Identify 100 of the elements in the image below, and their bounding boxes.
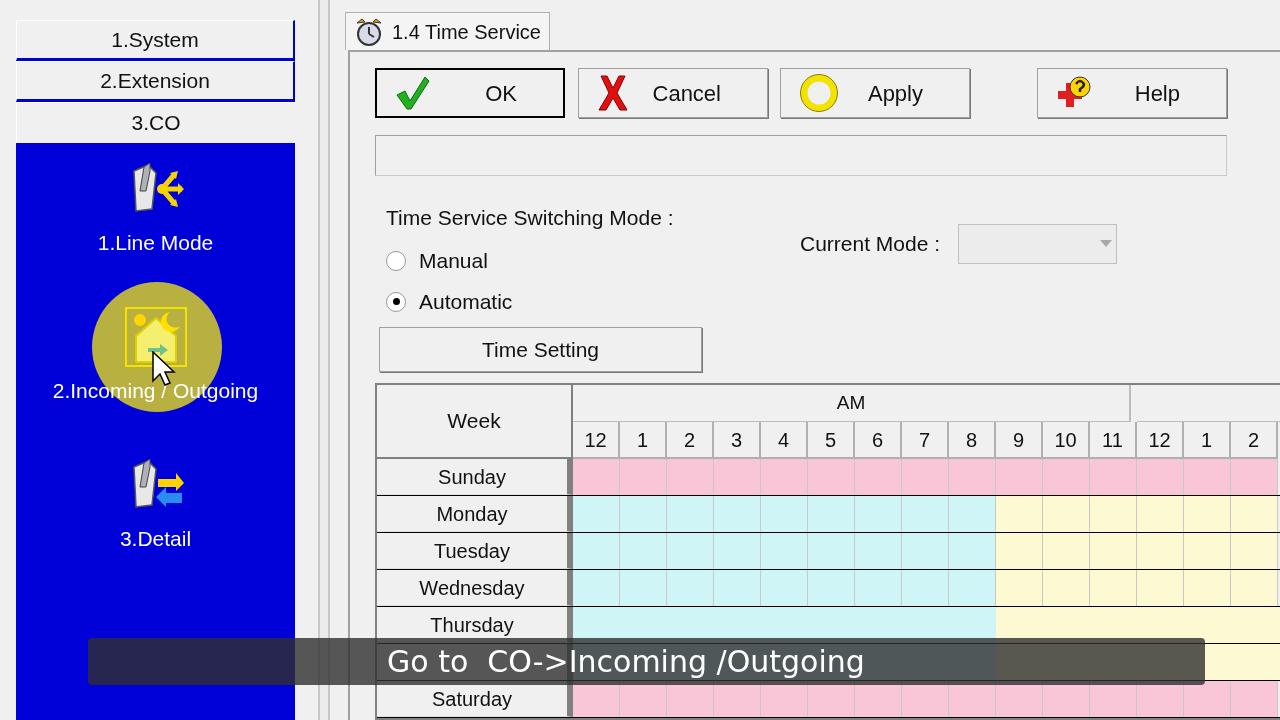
schedule-cell[interactable] [855, 570, 902, 606]
schedule-cell[interactable] [1184, 570, 1231, 606]
navigation-label: 3.Detail [119, 526, 192, 552]
schedule-cell[interactable] [1231, 496, 1278, 532]
dropdown-arrow-icon [1100, 239, 1113, 248]
schedule-cell[interactable] [1043, 533, 1090, 569]
section-header[interactable]: 1.System [16, 20, 295, 61]
schedule-cell[interactable] [620, 570, 667, 606]
schedule-cell[interactable] [808, 570, 855, 606]
radio-option[interactable]: Automatic [386, 288, 795, 316]
schedule-cell[interactable] [996, 459, 1043, 495]
schedule-cell[interactable] [902, 533, 949, 569]
ring-icon [799, 73, 839, 113]
section-header[interactable]: 2.Extension [16, 61, 295, 102]
mode-label: Time Service Switching Mode : [386, 204, 675, 231]
schedule-cell[interactable] [1231, 533, 1278, 569]
schedule-cell[interactable] [620, 533, 667, 569]
period-header: AM [573, 385, 1131, 422]
cross-icon [597, 74, 629, 112]
schedule-cell[interactable] [996, 570, 1043, 606]
mouse-pointer-icon [152, 351, 176, 387]
schedule-cell[interactable] [1043, 459, 1090, 495]
toolbar-button[interactable]: Cancel [578, 68, 768, 118]
schedule-cell[interactable] [902, 459, 949, 495]
schedule-cell[interactable] [573, 496, 620, 532]
schedule-cell[interactable] [1137, 533, 1184, 569]
schedule-cell[interactable] [714, 459, 761, 495]
hour-header: 3 [714, 422, 761, 459]
schedule-cell[interactable] [855, 496, 902, 532]
schedule-cell[interactable] [1184, 533, 1231, 569]
schedule-cell[interactable] [573, 533, 620, 569]
hour-header: 11 [1090, 422, 1137, 459]
hour-header: 2 [667, 422, 714, 459]
schedule-cell[interactable] [1231, 459, 1278, 495]
schedule-cell[interactable] [1137, 496, 1184, 532]
schedule-cell[interactable] [714, 570, 761, 606]
schedule-cell[interactable] [1090, 459, 1137, 495]
hour-header: 6 [855, 422, 902, 459]
house-sun-moon-icon [123, 306, 188, 368]
schedule-cell[interactable] [996, 533, 1043, 569]
schedule-cell[interactable] [1184, 459, 1231, 495]
schedule-cell[interactable] [808, 533, 855, 569]
schedule-cell[interactable] [667, 496, 714, 532]
schedule-cell[interactable] [1090, 496, 1137, 532]
schedule-cell[interactable] [808, 496, 855, 532]
schedule-cell[interactable] [1043, 570, 1090, 606]
schedule-cell[interactable] [1231, 681, 1278, 717]
radio-button[interactable] [386, 250, 406, 271]
schedule-cell[interactable] [855, 533, 902, 569]
navigation-item[interactable]: 3.Detail [16, 449, 295, 597]
toolbar-button[interactable]: OK [375, 68, 565, 118]
schedule-cell[interactable] [1043, 496, 1090, 532]
schedule-cell[interactable] [855, 459, 902, 495]
hour-header: 12 [573, 422, 620, 459]
tab[interactable]: 1.4 Time Service [345, 12, 550, 50]
schedule-cell[interactable] [902, 570, 949, 606]
schedule-cell[interactable] [573, 570, 620, 606]
toolbar-button[interactable]: Help [1037, 68, 1227, 118]
radio-option[interactable]: Manual [386, 247, 795, 275]
schedule-cell[interactable] [1184, 681, 1231, 717]
hour-header: 5 [808, 422, 855, 459]
schedule-cell[interactable] [1184, 496, 1231, 532]
schedule-cell[interactable] [714, 533, 761, 569]
schedule-cell[interactable] [949, 459, 996, 495]
schedule-cell[interactable] [1137, 570, 1184, 606]
schedule-cell[interactable] [1090, 570, 1137, 606]
hour-header: 2 [1231, 422, 1278, 459]
time-setting-button[interactable]: Time Setting [379, 327, 702, 372]
schedule-cell[interactable] [761, 459, 808, 495]
alarm-clock-icon [354, 16, 384, 47]
schedule-cell[interactable] [573, 459, 620, 495]
schedule-cell[interactable] [620, 496, 667, 532]
schedule-cell[interactable] [667, 570, 714, 606]
hour-header: 7 [902, 422, 949, 459]
schedule-cell[interactable] [949, 533, 996, 569]
schedule-cell[interactable] [949, 570, 996, 606]
schedule-cell[interactable] [761, 570, 808, 606]
schedule-cell[interactable] [949, 496, 996, 532]
schedule-cell[interactable] [902, 496, 949, 532]
hour-header: 10 [1043, 422, 1090, 459]
schedule-cell[interactable] [1231, 570, 1278, 606]
schedule-cell[interactable] [714, 496, 761, 532]
schedule-cell[interactable] [761, 533, 808, 569]
schedule-cell[interactable] [667, 459, 714, 495]
schedule-cell[interactable] [761, 496, 808, 532]
schedule-cell[interactable] [667, 533, 714, 569]
navigation-item[interactable]: 1.Line Mode [16, 153, 295, 301]
schedule-cell[interactable] [620, 459, 667, 495]
section-header[interactable]: 3.CO [16, 102, 295, 143]
day-cell: Wednesday [377, 570, 573, 606]
splitter-bar[interactable] [318, 0, 330, 720]
toolbar-button[interactable]: Apply [780, 68, 970, 118]
schedule-cell[interactable] [996, 496, 1043, 532]
schedule-cell[interactable] [1137, 459, 1184, 495]
hour-header: 9 [996, 422, 1043, 459]
day-cell: Monday [377, 496, 573, 532]
schedule-cell[interactable] [808, 459, 855, 495]
schedule-cell[interactable] [1090, 533, 1137, 569]
radio-button[interactable] [386, 291, 406, 312]
hour-header: 12 [1137, 422, 1184, 459]
